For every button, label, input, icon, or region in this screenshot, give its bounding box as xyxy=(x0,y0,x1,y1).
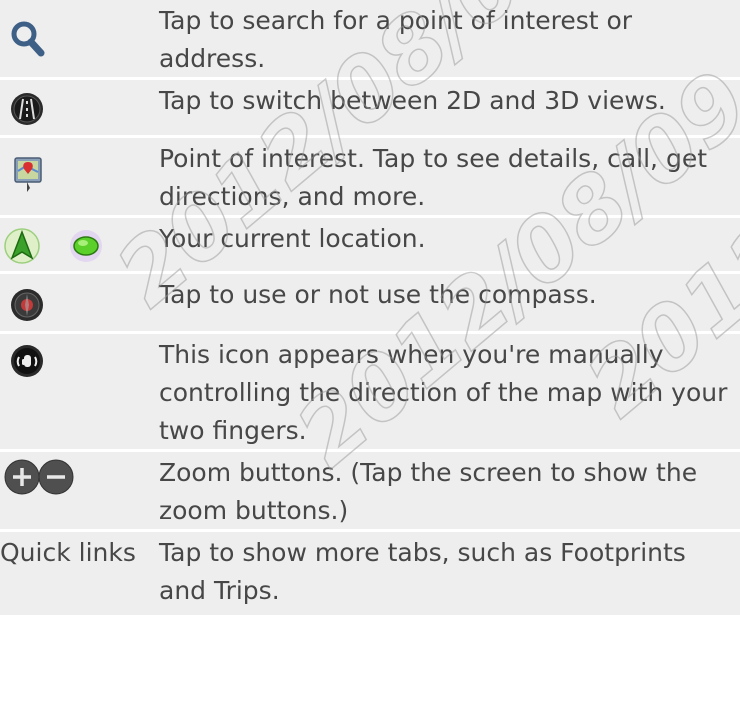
row-description: Your current location. xyxy=(159,224,426,253)
icon-legend-table: Tap to search for a point of interest or… xyxy=(0,0,740,618)
table-row: Zoom buttons. (Tap the screen to show th… xyxy=(0,452,740,532)
row-description: Zoom buttons. (Tap the screen to show th… xyxy=(159,458,698,525)
quick-links-label: Quick links xyxy=(0,538,136,567)
search-icon xyxy=(10,20,46,58)
point-of-interest-icon xyxy=(10,156,44,194)
table-row: Your current location. xyxy=(0,218,740,274)
row-description: Tap to show more tabs, such as Footprint… xyxy=(159,538,686,605)
row-description: Tap to use or not use the compass. xyxy=(159,280,597,309)
table-row: Quick links Tap to show more tabs, such … xyxy=(0,532,740,618)
table-row: Tap to use or not use the compass. xyxy=(0,274,740,334)
row-description: Tap to search for a point of interest or… xyxy=(159,6,633,73)
manual-direction-icon xyxy=(10,344,44,378)
table-row: Point of interest. Tap to see details, c… xyxy=(0,138,740,218)
row-description: Point of interest. Tap to see details, c… xyxy=(159,144,707,211)
view-2d-3d-icon xyxy=(10,92,44,126)
current-location-icon xyxy=(4,226,102,266)
zoom-buttons-icon xyxy=(2,458,86,496)
table-row: This icon appears when you're manually c… xyxy=(0,334,740,452)
table-row: Tap to switch between 2D and 3D views. xyxy=(0,80,740,138)
row-description: This icon appears when you're manually c… xyxy=(159,340,728,445)
row-description: Tap to switch between 2D and 3D views. xyxy=(159,86,666,115)
table-row: Tap to search for a point of interest or… xyxy=(0,0,740,80)
compass-icon xyxy=(10,288,44,322)
